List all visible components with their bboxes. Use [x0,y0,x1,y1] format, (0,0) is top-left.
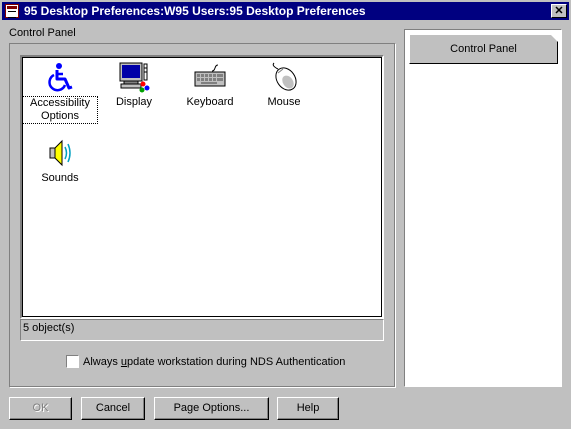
list-item-label: Accessibility Options [22,96,98,124]
page-tab-control-panel[interactable]: Control Panel [409,34,558,64]
list-item-label: Sounds [41,172,79,184]
list-item-display[interactable]: Display [96,61,172,109]
checkbox-label-pre: Always [83,356,121,368]
title-bar[interactable]: 95 Desktop Preferences:W95 Users:95 Desk… [2,2,569,20]
status-bar: 5 object(s) [20,319,384,341]
list-item-label: Keyboard [186,96,234,108]
mouse-icon [268,61,300,93]
object-count-status: 5 object(s) [23,322,75,334]
control-panel-list[interactable]: Accessibility Options Display Keyboard M… [20,55,384,319]
cancel-button[interactable]: Cancel [81,397,145,420]
list-item-mouse[interactable]: Mouse [246,61,322,109]
list-item-keyboard[interactable]: Keyboard [172,61,248,109]
checkbox-label[interactable]: Always update workstation during NDS Aut… [83,356,345,368]
help-button[interactable]: Help [277,397,339,420]
display-icon [118,61,150,93]
preferences-window: 95 Desktop Preferences:W95 Users:95 Desk… [0,0,571,429]
close-button[interactable]: ✕ [551,4,567,18]
window-app-icon[interactable] [5,4,19,18]
list-item-label: Mouse [267,96,301,108]
list-item-sounds[interactable]: Sounds [22,137,98,185]
window-title: 95 Desktop Preferences:W95 Users:95 Desk… [24,4,366,18]
sounds-icon [44,137,76,169]
list-item-label: Display [115,96,153,108]
nds-auth-checkbox-row[interactable]: Always update workstation during NDS Aut… [66,355,345,368]
ok-button[interactable]: OK [9,397,72,420]
page-options-button[interactable]: Page Options... [154,397,269,420]
list-item-accessibility-options[interactable]: Accessibility Options [22,61,98,124]
page-list-panel[interactable]: Control Panel [404,29,562,387]
nds-auth-checkbox[interactable] [66,355,79,368]
keyboard-icon [194,61,226,93]
control-panel-group-label: Control Panel [9,27,76,39]
checkbox-label-post: pdate workstation during NDS Authenticat… [127,356,346,368]
accessibility-icon [44,61,76,93]
